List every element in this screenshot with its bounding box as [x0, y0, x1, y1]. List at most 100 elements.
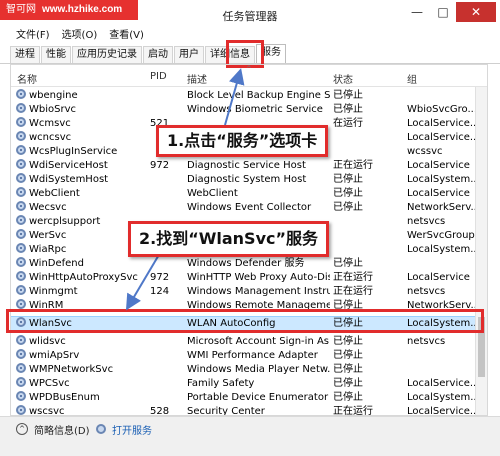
column-group[interactable]: 组	[407, 71, 417, 86]
service-name: Winmgmt	[29, 286, 78, 297]
service-group: WerSvcGroup	[407, 230, 475, 241]
service-status: 正在运行	[333, 286, 373, 297]
service-gear-icon	[16, 201, 28, 215]
gear-icon	[16, 391, 26, 401]
column-name[interactable]: 名称	[17, 71, 37, 86]
gear-icon	[16, 117, 26, 127]
menu-options[interactable]: 选项(O)	[62, 28, 98, 44]
service-name: WinHttpAutoProxySvc	[29, 272, 138, 283]
tab-processes[interactable]: 进程	[10, 46, 40, 63]
maximize-button[interactable]: □	[430, 2, 456, 22]
service-gear-icon	[16, 285, 28, 299]
service-name: WcsPlugInService	[29, 146, 118, 157]
service-group: LocalService...	[407, 406, 480, 416]
close-button[interactable]: ✕	[456, 2, 496, 22]
gear-icon	[16, 349, 26, 359]
gear-icon	[16, 243, 26, 253]
tab-startup[interactable]: 启动	[143, 46, 173, 63]
table-row[interactable]: wlidsvc Microsoft Account Sign-in As... 已停…	[11, 335, 487, 349]
gear-icon	[16, 201, 26, 211]
service-group: WbioSvcGro...	[407, 104, 478, 115]
tab-users[interactable]: 用户	[174, 46, 204, 63]
service-name: WebClient	[29, 188, 80, 199]
table-row[interactable]: WdiServiceHost 972 Diagnostic Service Host…	[11, 159, 487, 173]
table-row[interactable]: wscsvc 528 Security Center 正在运行 LocalService…	[11, 405, 487, 416]
minimize-button[interactable]: —	[404, 2, 430, 22]
service-description: Windows Media Player Netw...	[187, 364, 330, 375]
service-status: 已停止	[333, 174, 363, 185]
service-gear-icon	[16, 257, 28, 271]
menu-view[interactable]: 查看(V)	[109, 28, 144, 44]
service-name: WbioSrvc	[29, 104, 77, 115]
service-status: 正在运行	[333, 160, 373, 171]
service-group: netsvcs	[407, 286, 446, 297]
service-pid: 124	[150, 286, 170, 297]
service-gear-icon	[16, 335, 28, 349]
chevron-up-icon: ^	[16, 423, 28, 435]
service-group: LocalService...	[407, 378, 480, 389]
service-pid: 528	[150, 406, 170, 416]
table-row[interactable]: Wecsvc Windows Event Collector 已停止 NetworkS…	[11, 201, 487, 215]
service-status: 已停止	[333, 258, 363, 269]
less-details-button[interactable]: ^ 简略信息(D)	[16, 421, 90, 437]
service-description: Windows Management Instru...	[187, 286, 330, 297]
service-group: netsvcs	[407, 216, 446, 227]
table-row[interactable]: WebClient WebClient 已停止 LocalService	[11, 187, 487, 201]
table-row[interactable]: WinHttpAutoProxySvc 972 WinHTTP Web Proxy …	[11, 271, 487, 285]
table-row[interactable]: Winmgmt 124 Windows Management Instru... 正在…	[11, 285, 487, 299]
table-row[interactable]: WbioSrvc Windows Biometric Service 已停止 Wbio…	[11, 103, 487, 117]
column-header: 名称 PID 描述 状态 组 ^	[11, 65, 487, 87]
service-gear-icon	[16, 271, 28, 285]
service-description: Security Center	[187, 406, 265, 416]
menu-file[interactable]: 文件(F)	[16, 28, 50, 44]
service-gear-icon	[16, 145, 28, 159]
gear-icon	[16, 377, 26, 387]
service-pid: 972	[150, 272, 170, 283]
service-name: WPDBusEnum	[29, 392, 100, 403]
service-gear-icon	[16, 131, 28, 145]
service-group: LocalService	[407, 272, 470, 283]
service-group: netsvcs	[407, 336, 446, 347]
table-row[interactable]: WdiSystemHost Diagnostic System Host 已停止 Lo…	[11, 173, 487, 187]
service-description: WebClient	[187, 188, 238, 199]
service-status: 正在运行	[333, 272, 373, 283]
open-services-label: 打开服务	[112, 425, 152, 437]
table-row[interactable]: WPCSvc Family Safety 已停止 LocalService...	[11, 377, 487, 391]
gear-icon	[16, 299, 26, 309]
gear-icon	[16, 131, 26, 141]
service-status: 已停止	[333, 378, 363, 389]
column-status[interactable]: 状态	[333, 71, 353, 86]
open-services-link[interactable]: 打开服务	[96, 421, 152, 437]
service-status: 正在运行	[333, 406, 373, 416]
tab-app-history[interactable]: 应用历史记录	[72, 46, 142, 63]
service-group: LocalSystem...	[407, 392, 480, 403]
gear-icon	[16, 285, 26, 295]
less-details-label: 简略信息(D)	[34, 425, 90, 437]
service-description: WinHTTP Web Proxy Auto-Disc...	[187, 272, 330, 283]
table-row[interactable]: WPDBusEnum Portable Device Enumerator ...…	[11, 391, 487, 405]
service-status: 已停止	[333, 350, 363, 361]
gear-icon	[16, 159, 26, 169]
vertical-scrollbar[interactable]	[475, 87, 487, 415]
table-row[interactable]: WinDefend Windows Defender 服务 已停止	[11, 257, 487, 271]
service-name: Wcmsvc	[29, 118, 71, 129]
column-description[interactable]: 描述	[187, 71, 207, 86]
column-pid[interactable]: PID	[150, 71, 167, 82]
service-name: wcncsvc	[29, 132, 72, 143]
gear-icon	[16, 215, 26, 225]
service-description: Windows Biometric Service	[187, 104, 323, 115]
gear-icon	[16, 335, 26, 345]
service-gear-icon	[16, 187, 28, 201]
tab-performance[interactable]: 性能	[41, 46, 71, 63]
gear-icon	[16, 405, 26, 415]
service-gear-icon	[16, 89, 28, 103]
window-controls: — □ ✕	[404, 2, 496, 22]
table-row[interactable]: wbengine Block Level Backup Engine Se...已…	[11, 89, 487, 103]
table-row[interactable]: wmiApSrv WMI Performance Adapter 已停止	[11, 349, 487, 363]
service-name: WdiServiceHost	[29, 160, 108, 171]
service-gear-icon	[16, 405, 28, 415]
gear-icon	[16, 363, 26, 373]
table-row[interactable]: WMPNetworkSvc Windows Media Player Netw..…	[11, 363, 487, 377]
service-status: 已停止	[333, 336, 363, 347]
service-gear-icon	[16, 363, 28, 377]
